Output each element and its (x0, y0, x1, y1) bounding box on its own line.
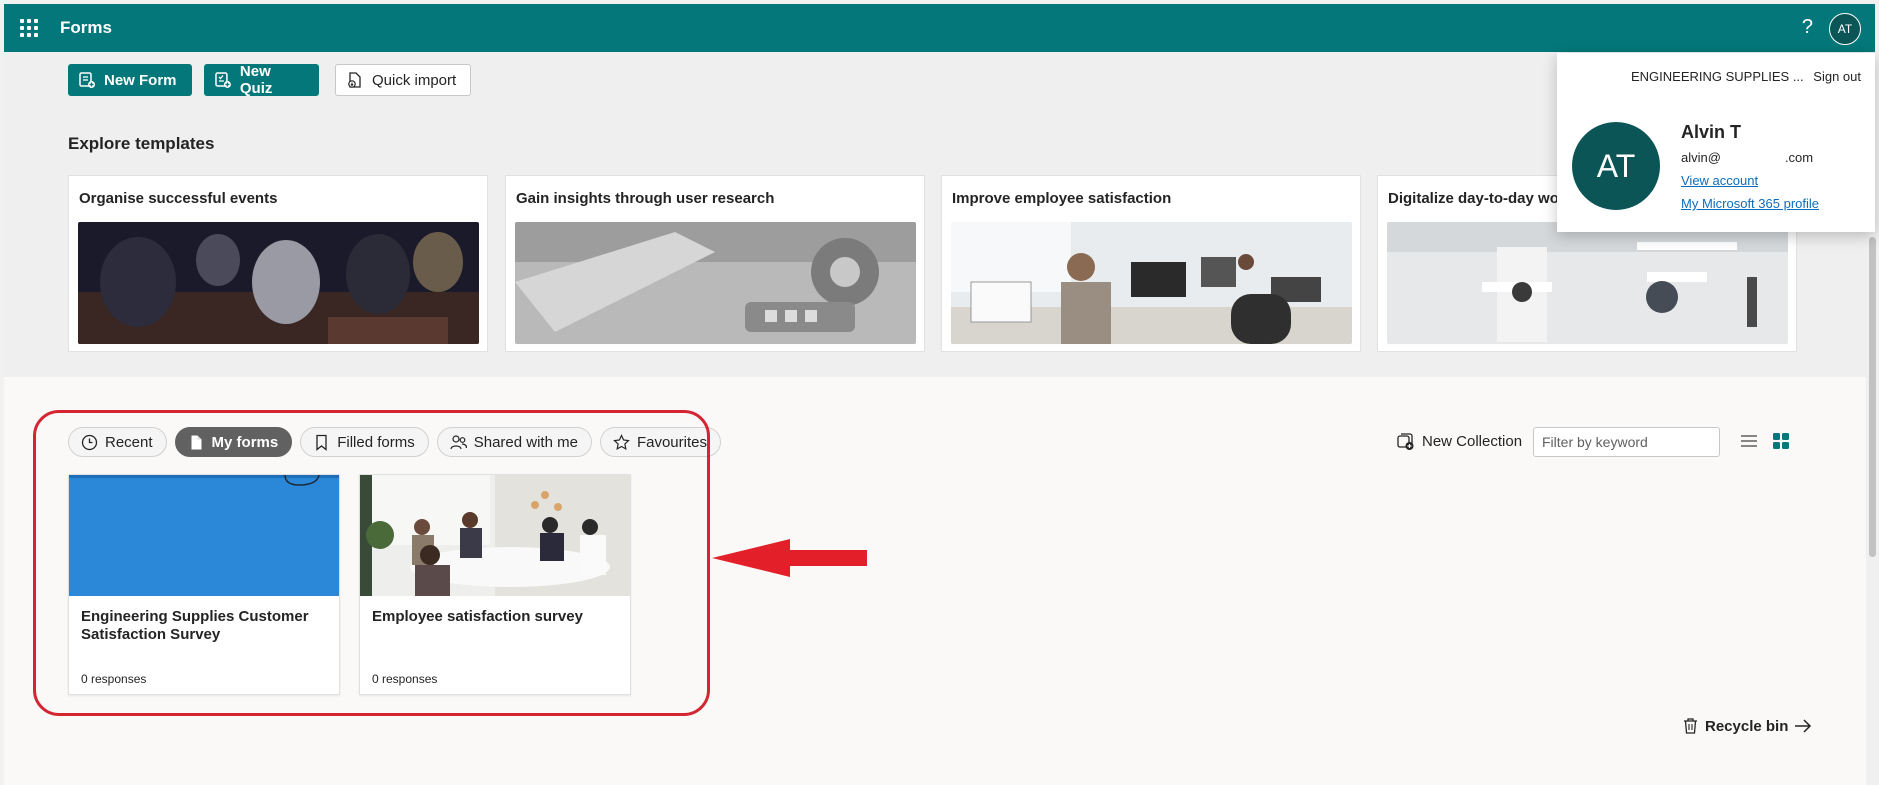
new-form-icon (79, 72, 95, 88)
new-collection-label: New Collection (1422, 433, 1523, 450)
email-user: alvin@ (1681, 150, 1721, 165)
annotation-arrow-icon (712, 539, 867, 577)
template-image-workspace (1387, 222, 1788, 344)
arrow-right-icon (1795, 719, 1812, 733)
list-view-icon[interactable] (1740, 432, 1758, 450)
app-title[interactable]: Forms (60, 18, 112, 38)
import-icon (348, 72, 361, 88)
quick-import-label: Quick import (372, 71, 457, 89)
new-quiz-button[interactable]: New Quiz (204, 63, 319, 97)
template-card-satisfaction[interactable]: Improve employee satisfaction (941, 175, 1361, 352)
template-card-title: Improve employee satisfaction (952, 190, 1172, 207)
view-account-link[interactable]: View account (1681, 173, 1758, 188)
new-quiz-label: New Quiz (239, 63, 273, 97)
app-header: Forms ? AT (4, 4, 1875, 52)
grid-view-icon[interactable] (1772, 432, 1790, 450)
trash-icon (1684, 718, 1697, 734)
account-avatar: AT (1572, 122, 1660, 210)
template-card-events[interactable]: Organise successful events (68, 175, 488, 352)
template-card-title: Organise successful events (79, 190, 278, 207)
template-image-audience (78, 222, 479, 344)
quick-import-button[interactable]: Quick import (335, 64, 471, 96)
account-avatar-button[interactable]: AT (1829, 13, 1861, 45)
template-image-office (951, 222, 1352, 344)
annotation-highlight-box (33, 410, 710, 716)
scrollbar-thumb[interactable] (1869, 237, 1876, 557)
account-name: Alvin T (1681, 122, 1742, 142)
account-email: alvin@ .com (1681, 150, 1813, 165)
new-form-button[interactable]: New Form (68, 64, 192, 96)
new-collection-icon (1397, 433, 1414, 450)
new-quiz-icon (215, 72, 231, 88)
filter-keyword-input[interactable] (1533, 427, 1720, 457)
email-domain: .com (1784, 150, 1814, 165)
template-card-research[interactable]: Gain insights through user research (505, 175, 925, 352)
new-collection-button[interactable]: New Collection (1396, 432, 1522, 451)
new-form-label: New Form (104, 71, 177, 89)
sign-out-button[interactable]: Sign out (1813, 69, 1861, 84)
organization-name: ENGINEERING SUPPLIES ... (1631, 69, 1804, 84)
help-icon[interactable]: ? (1802, 16, 1813, 39)
template-card-title: Gain insights through user research (516, 190, 775, 207)
template-image-parts (515, 222, 916, 344)
template-card-title: Digitalize day-to-day work (1388, 190, 1574, 207)
explore-templates-heading: Explore templates (68, 134, 215, 153)
app-launcher-icon[interactable] (20, 19, 38, 37)
microsoft-365-profile-link[interactable]: My Microsoft 365 profile (1681, 196, 1819, 211)
recycle-bin-label: Recycle bin (1705, 717, 1789, 735)
recycle-bin-link[interactable]: Recycle bin (1682, 717, 1812, 735)
account-flyout: ENGINEERING SUPPLIES ... Sign out AT Alv… (1557, 53, 1875, 232)
